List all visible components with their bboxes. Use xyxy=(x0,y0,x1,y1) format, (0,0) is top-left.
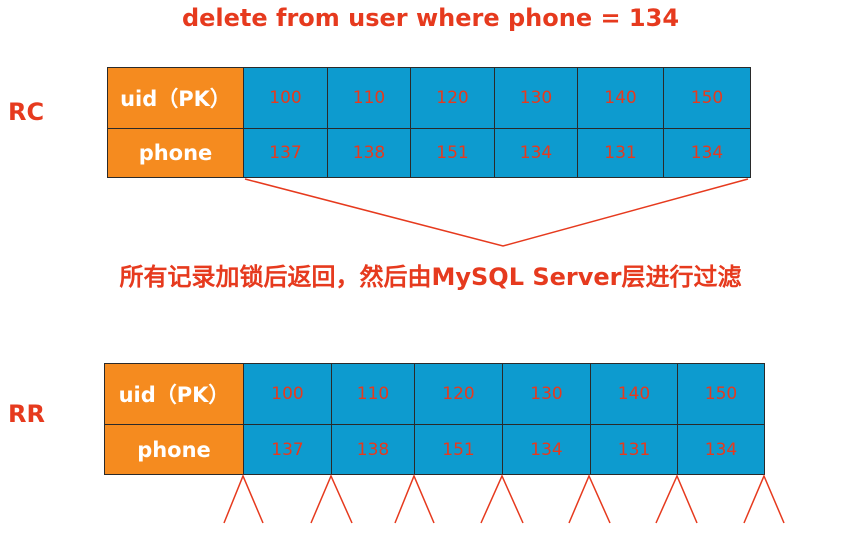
rr-gap-lock-markers xyxy=(223,474,785,524)
lock-markers-overlay xyxy=(223,178,785,524)
gap-lock-marker xyxy=(223,474,264,524)
gap-lock-marker xyxy=(568,474,611,524)
gap-lock-marker xyxy=(310,474,353,524)
gap-lock-marker xyxy=(394,474,435,524)
gap-lock-marker xyxy=(655,474,698,524)
gap-lock-marker xyxy=(743,474,785,524)
rc-lock-bracket xyxy=(244,178,749,247)
gap-lock-marker xyxy=(480,474,524,524)
